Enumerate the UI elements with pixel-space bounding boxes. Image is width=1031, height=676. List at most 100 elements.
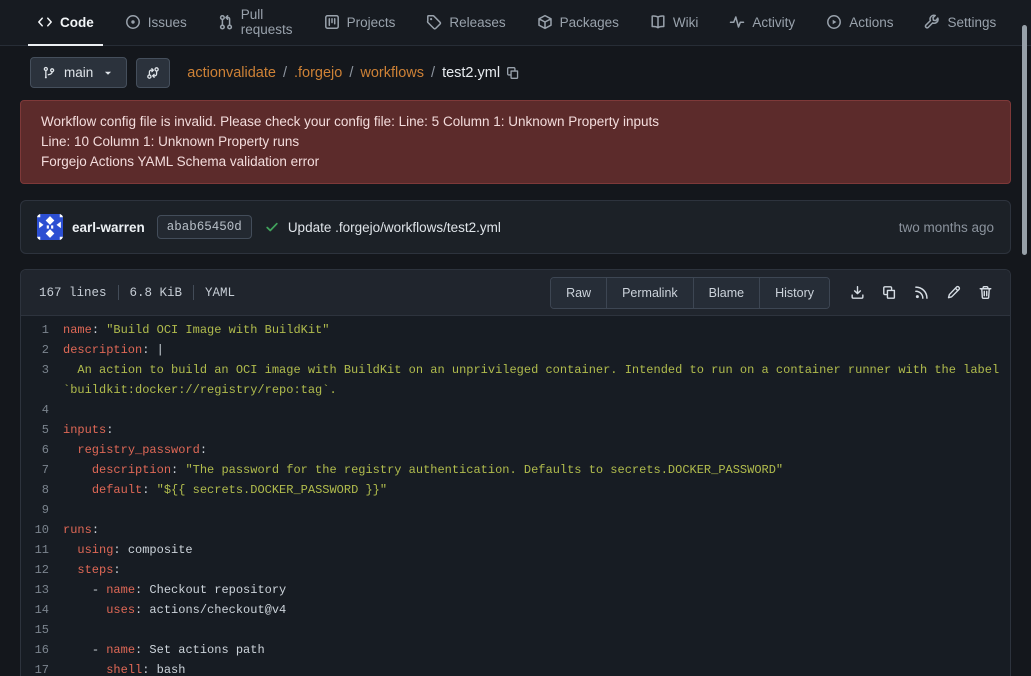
line-number[interactable]: 11: [21, 540, 63, 560]
error-line: Line: 10 Column 1: Unknown Property runs: [41, 132, 990, 152]
line-content: default: "${{ secrets.DOCKER_PASSWORD }}…: [63, 480, 1010, 500]
history-button[interactable]: History: [759, 278, 829, 308]
breadcrumb-segment: test2.yml: [442, 65, 500, 81]
tab-packages[interactable]: Packages: [528, 0, 628, 46]
breadcrumb-segment[interactable]: workflows: [360, 65, 424, 81]
raw-button[interactable]: Raw: [551, 278, 606, 308]
line-number[interactable]: 14: [21, 600, 63, 620]
line-content: - name: Checkout repository: [63, 580, 1010, 600]
blame-button[interactable]: Blame: [693, 278, 759, 308]
code-line: 14 uses: actions/checkout@v4: [21, 600, 1010, 620]
code-line: 6 registry_password:: [21, 440, 1010, 460]
settings-icon: [924, 14, 940, 30]
copy-icon: [506, 66, 520, 80]
edit-button[interactable]: [938, 278, 968, 308]
projects-icon: [324, 14, 340, 30]
breadcrumb-separator: /: [431, 65, 435, 81]
code-line: 9: [21, 500, 1010, 520]
line-content: registry_password:: [63, 440, 1010, 460]
rss-icon: [914, 285, 929, 300]
caret-down-icon: [101, 66, 115, 80]
code-line: 8 default: "${{ secrets.DOCKER_PASSWORD …: [21, 480, 1010, 500]
commit-message[interactable]: Update .forgejo/workflows/test2.yml: [288, 220, 501, 235]
line-number[interactable]: 3: [21, 360, 63, 400]
tab-activity[interactable]: Activity: [720, 0, 804, 46]
branch-icon: [42, 66, 56, 80]
code-line: 5inputs:: [21, 420, 1010, 440]
tab-releases[interactable]: Releases: [417, 0, 514, 46]
tab-settings[interactable]: Settings: [915, 0, 1005, 46]
delete-button[interactable]: [970, 278, 1000, 308]
line-content: steps:: [63, 560, 1010, 580]
tab-label: Actions: [849, 15, 893, 30]
file-view-panel: 167 lines 6.8 KiB YAML RawPermalinkBlame…: [20, 269, 1011, 676]
permalink-button[interactable]: Permalink: [606, 278, 693, 308]
commit-sha-button[interactable]: abab65450d: [157, 215, 252, 239]
line-content: uses: actions/checkout@v4: [63, 600, 1010, 620]
line-number[interactable]: 10: [21, 520, 63, 540]
rss-feed-button[interactable]: [906, 278, 936, 308]
tab-projects[interactable]: Projects: [315, 0, 405, 46]
tab-label: Wiki: [673, 15, 699, 30]
line-number[interactable]: 13: [21, 580, 63, 600]
code-line: 16 - name: Set actions path: [21, 640, 1010, 660]
code-line: 1name: "Build OCI Image with BuildKit": [21, 320, 1010, 340]
pull-request-icon: [218, 14, 234, 30]
line-number[interactable]: 5: [21, 420, 63, 440]
divider: [193, 285, 194, 300]
compare-button[interactable]: [136, 58, 170, 88]
code-icon: [37, 14, 53, 30]
commit-author[interactable]: earl-warren: [72, 220, 145, 235]
code-line: 10runs:: [21, 520, 1010, 540]
line-number[interactable]: 16: [21, 640, 63, 660]
line-content: using: composite: [63, 540, 1010, 560]
line-number[interactable]: 8: [21, 480, 63, 500]
error-line: Workflow config file is invalid. Please …: [41, 112, 990, 132]
duplicate-icon: [882, 285, 897, 300]
line-number[interactable]: 2: [21, 340, 63, 360]
line-content: shell: bash: [63, 660, 1010, 676]
line-content: inputs:: [63, 420, 1010, 440]
tab-wiki[interactable]: Wiki: [641, 0, 708, 46]
line-number[interactable]: 6: [21, 440, 63, 460]
code-line: 15: [21, 620, 1010, 640]
line-content: name: "Build OCI Image with BuildKit": [63, 320, 1010, 340]
tab-code[interactable]: Code: [28, 0, 103, 46]
error-line: Forgejo Actions YAML Schema validation e…: [41, 152, 990, 172]
line-number[interactable]: 12: [21, 560, 63, 580]
code-line: 3 An action to build an OCI image with B…: [21, 360, 1010, 400]
tab-label: Pull requests: [241, 7, 293, 37]
line-content: description: |: [63, 340, 1010, 360]
download-icon: [850, 285, 865, 300]
download-button[interactable]: [842, 278, 872, 308]
code-line: 2description: |: [21, 340, 1010, 360]
tab-pull-requests[interactable]: Pull requests: [209, 0, 302, 46]
line-number[interactable]: 9: [21, 500, 63, 520]
tab-issues[interactable]: Issues: [116, 0, 196, 46]
file-toolbar: main actionvalidate/.forgejo/workflows/t…: [30, 57, 1011, 88]
breadcrumb-segment[interactable]: actionvalidate: [187, 65, 276, 81]
line-number[interactable]: 1: [21, 320, 63, 340]
tab-label: Code: [60, 15, 94, 30]
line-number[interactable]: 17: [21, 660, 63, 676]
tab-label: Packages: [560, 15, 619, 30]
code-line: 12 steps:: [21, 560, 1010, 580]
commit-status-check-icon[interactable]: [265, 220, 279, 234]
file-header: 167 lines 6.8 KiB YAML RawPermalinkBlame…: [21, 270, 1010, 316]
scrollbar[interactable]: [1022, 25, 1027, 255]
avatar[interactable]: [37, 214, 63, 240]
delete-icon: [978, 285, 993, 300]
line-content: description: "The password for the regis…: [63, 460, 1010, 480]
tab-label: Activity: [752, 15, 795, 30]
latest-commit-bar: earl-warren abab65450d Update .forgejo/w…: [20, 200, 1011, 254]
activity-icon: [729, 14, 745, 30]
line-number[interactable]: 15: [21, 620, 63, 640]
copy-content-button[interactable]: [874, 278, 904, 308]
branch-selector[interactable]: main: [30, 57, 127, 88]
line-content: [63, 400, 1010, 420]
breadcrumb-segment[interactable]: .forgejo: [294, 65, 342, 81]
line-number[interactable]: 7: [21, 460, 63, 480]
tab-actions[interactable]: Actions: [817, 0, 902, 46]
copy-path-button[interactable]: [506, 66, 520, 80]
line-number[interactable]: 4: [21, 400, 63, 420]
